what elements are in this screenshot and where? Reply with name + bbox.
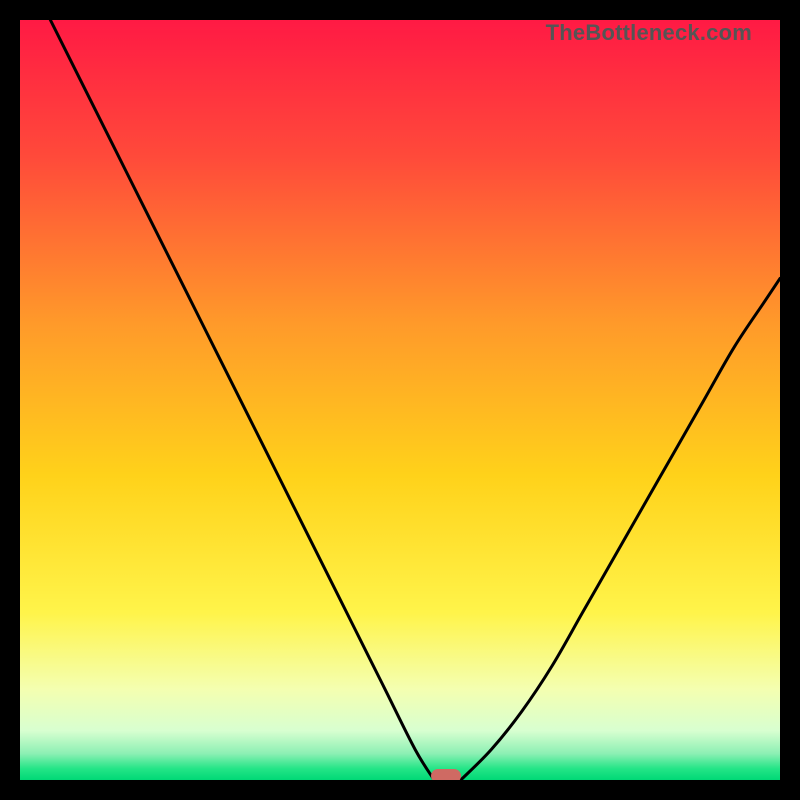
plot-area: TheBottleneck.com <box>20 20 780 780</box>
chart-frame: TheBottleneck.com <box>0 0 800 800</box>
minimum-marker <box>431 769 461 780</box>
bottleneck-curve <box>20 20 780 780</box>
curve-right-branch <box>461 278 780 780</box>
curve-left-branch <box>50 20 434 780</box>
